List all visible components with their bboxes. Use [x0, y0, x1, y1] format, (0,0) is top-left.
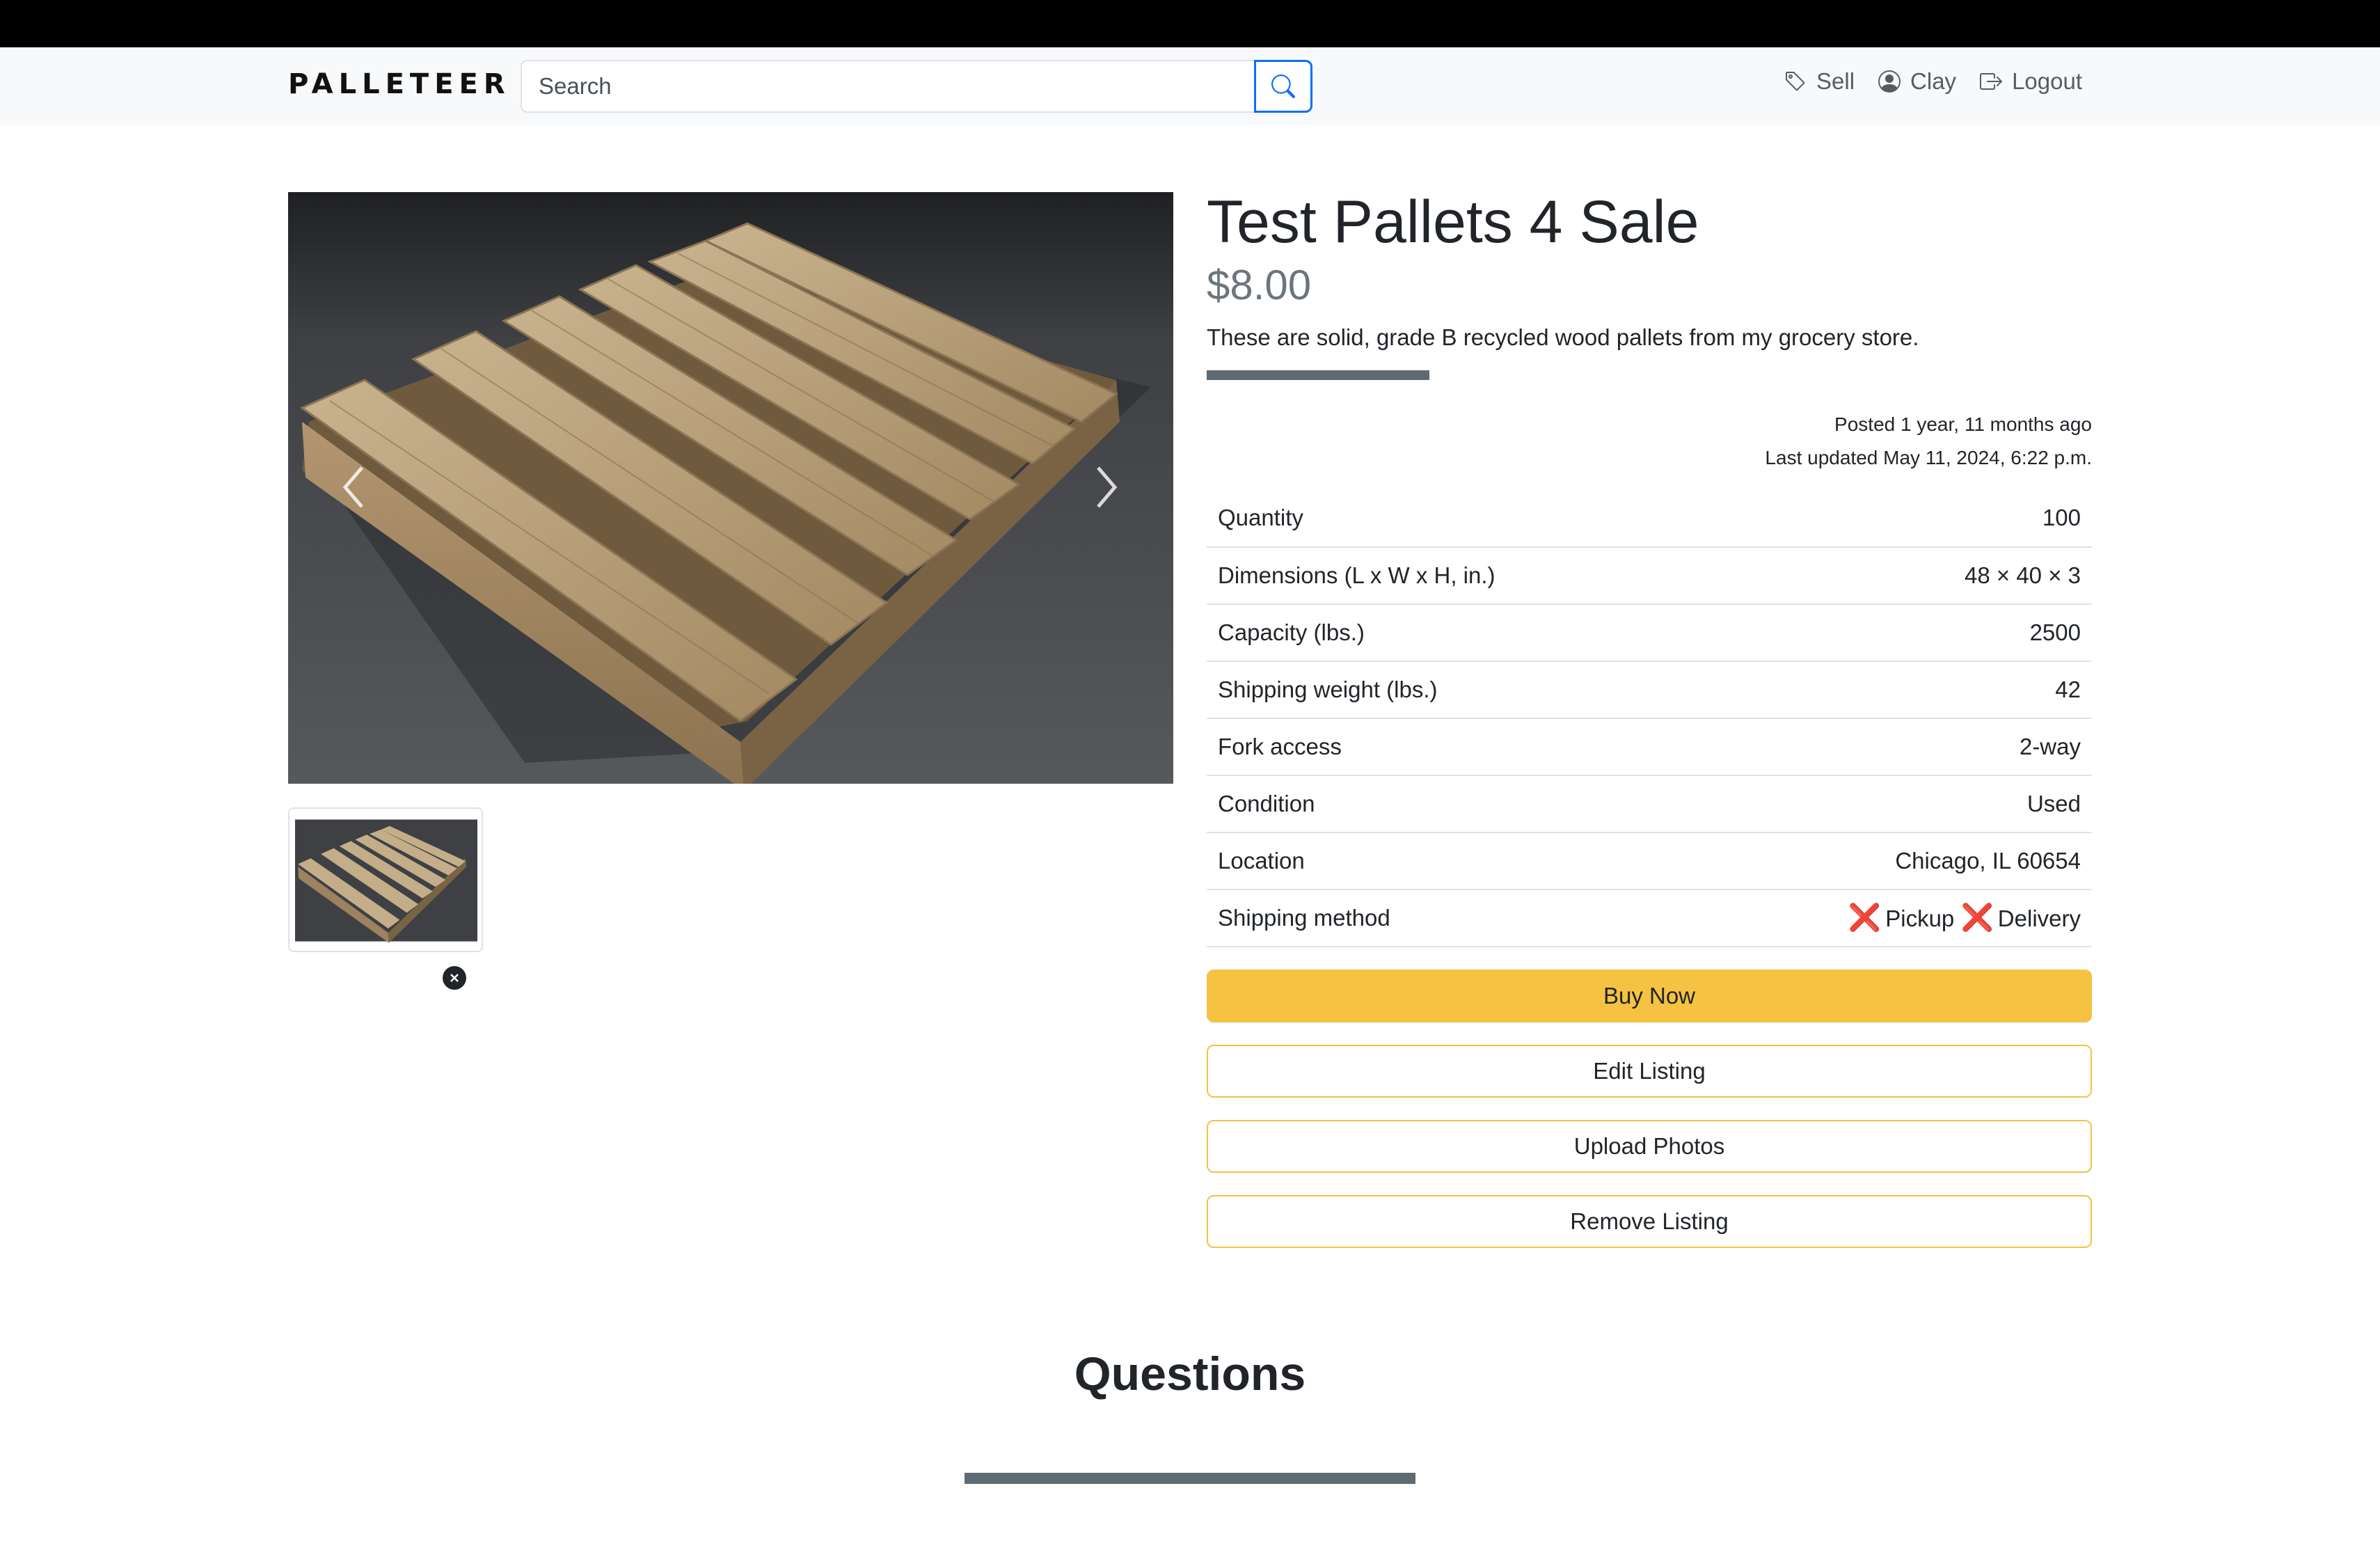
spec-label: Quantity — [1207, 489, 1685, 548]
spec-value: 2-way — [1685, 718, 2092, 776]
posted-time: Posted 1 year, 11 months ago — [1834, 413, 2092, 435]
remove-listing-button[interactable]: Remove Listing — [1207, 1194, 2092, 1248]
nav-profile-link[interactable]: Clay — [1878, 68, 1956, 95]
listing-price: $8.00 — [1207, 261, 1312, 308]
spec-label: Shipping weight (lbs.) — [1207, 661, 1685, 719]
table-row: Shipping method ❌ Pickup ❌ Delivery — [1207, 889, 2092, 947]
pallet-photo — [288, 192, 1173, 784]
chevron-left-icon — [342, 466, 363, 508]
pallet-thumbnail-graphic — [295, 819, 477, 943]
spec-value: Chicago, IL 60654 — [1685, 832, 2092, 890]
table-row: Condition Used — [1207, 775, 2092, 833]
spec-label: Condition — [1207, 775, 1685, 833]
tag-icon — [1786, 72, 1805, 91]
listing-details: Test Pallets 4 Sale $8.00 These are soli… — [1207, 188, 2092, 1248]
thumbnail-image — [295, 814, 477, 947]
search-input[interactable] — [521, 60, 1254, 113]
carousel-next-button[interactable] — [1086, 459, 1127, 515]
table-row: Fork access 2-way — [1207, 718, 2092, 776]
shipping-pickup: Pickup — [1885, 905, 1955, 931]
spec-value: 100 — [1685, 489, 2092, 548]
spec-table: Quantity 100 Dimensions (L x W x H, in.)… — [1207, 489, 2092, 947]
listing-meta: Posted 1 year, 11 months ago Last update… — [1207, 408, 2092, 475]
buy-now-button[interactable]: Buy Now — [1207, 969, 2092, 1022]
search-icon — [1271, 74, 1295, 98]
table-row: Shipping weight (lbs.) 42 — [1207, 661, 2092, 719]
cross-mark-icon: ❌ — [1960, 903, 1994, 933]
navbar: PALLETEER Sell Clay — [0, 47, 2380, 125]
shipping-options: ❌ Pickup ❌ Delivery — [1685, 889, 2092, 947]
nav-logout-link[interactable]: Logout — [1980, 68, 2082, 95]
cross-mark-icon: ❌ — [1848, 903, 1882, 933]
nav-links: Sell Clay Logout — [1784, 68, 2082, 95]
spec-value: Used — [1685, 775, 2092, 833]
spec-value: 48 × 40 × 3 — [1685, 546, 2092, 605]
nav-sell-label: Sell — [1816, 68, 1855, 94]
questions-heading: Questions — [1074, 1348, 1306, 1400]
spec-label: Capacity (lbs.) — [1207, 603, 1685, 662]
spec-label: Location — [1207, 832, 1685, 890]
photo-thumbnail[interactable] — [288, 807, 483, 952]
search-button[interactable] — [1254, 60, 1312, 113]
remove-photo-button[interactable] — [443, 966, 466, 990]
section-divider — [1207, 370, 1429, 380]
edit-listing-button[interactable]: Edit Listing — [1207, 1044, 2092, 1098]
table-row: Quantity 100 — [1207, 489, 2092, 548]
carousel-prev-button[interactable] — [333, 459, 374, 515]
nav-sell-link[interactable]: Sell — [1784, 68, 1855, 95]
questions-divider — [965, 1473, 1415, 1484]
updated-time: Last updated May 11, 2024, 6:22 p.m. — [1765, 446, 2092, 468]
spec-label: Fork access — [1207, 718, 1685, 776]
shipping-delivery: Delivery — [1997, 905, 2081, 931]
browser-top-bar — [0, 0, 2380, 47]
brand-logo[interactable]: PALLETEER — [288, 68, 511, 100]
listing-description: These are solid, grade B recycled wood p… — [1207, 324, 1919, 350]
close-icon — [450, 974, 459, 982]
user-circle-icon — [1878, 70, 1901, 93]
nav-profile-label: Clay — [1910, 68, 1957, 94]
logout-icon — [1980, 73, 2003, 90]
nav-logout-label: Logout — [2012, 68, 2082, 94]
chevron-right-icon — [1097, 466, 1118, 508]
spec-value: 42 — [1685, 661, 2092, 719]
spec-label: Dimensions (L x W x H, in.) — [1207, 546, 1685, 605]
table-row: Capacity (lbs.) 2500 — [1207, 603, 2092, 662]
spec-value: 2500 — [1685, 603, 2092, 662]
upload-photos-button[interactable]: Upload Photos — [1207, 1119, 2092, 1173]
spec-label: Shipping method — [1207, 889, 1685, 947]
table-row: Location Chicago, IL 60654 — [1207, 832, 2092, 890]
listing-title: Test Pallets 4 Sale — [1207, 189, 1699, 255]
table-row: Dimensions (L x W x H, in.) 48 × 40 × 3 — [1207, 546, 2092, 605]
search-form — [521, 60, 1312, 113]
photo-carousel[interactable] — [288, 192, 1173, 784]
